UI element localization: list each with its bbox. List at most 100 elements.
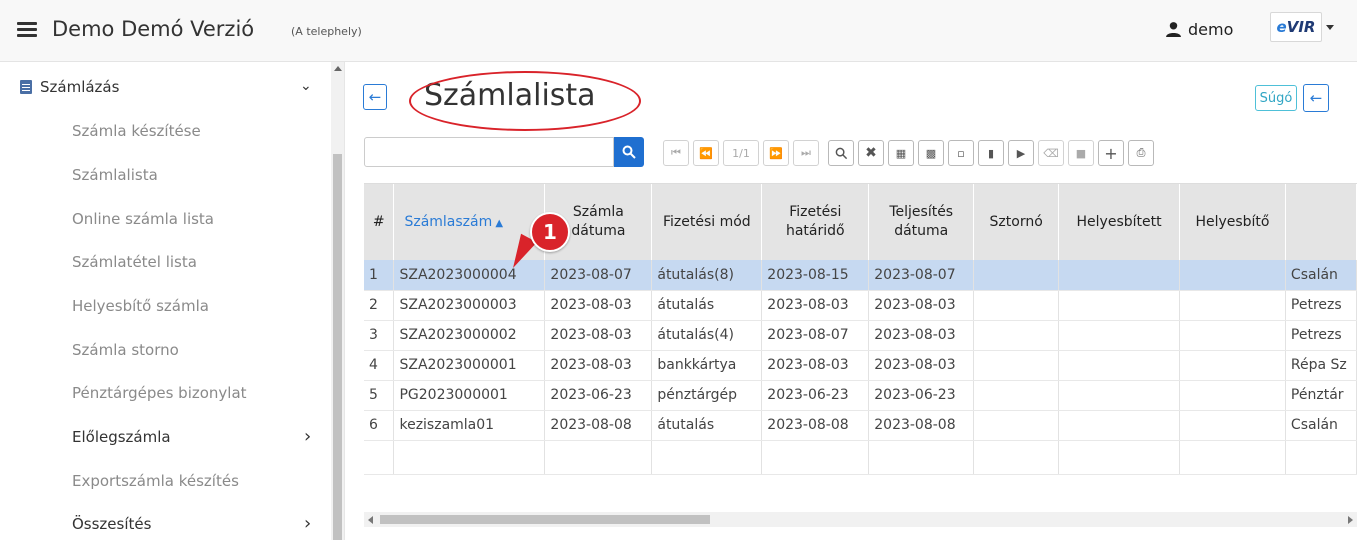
- help-button[interactable]: Súgó: [1255, 85, 1297, 111]
- hamburger-menu-icon[interactable]: [17, 22, 37, 38]
- sidebar-item-eloleg-szamla[interactable]: Előlegszámla: [72, 428, 402, 446]
- cell-corrected: [1058, 380, 1181, 411]
- column-header-fulfillment-date[interactable]: Teljesítés dátuma: [868, 184, 975, 260]
- table-row[interactable]: 2 SZA2023000003 2023-08-03 átutalás 2023…: [364, 290, 1357, 321]
- cell-payment-method: pénztárgép: [651, 380, 763, 411]
- column-header-payment-method[interactable]: Fizetési mód: [651, 184, 763, 260]
- print-button[interactable]: ⎙: [1128, 140, 1154, 166]
- caret-down-icon: [1326, 24, 1334, 30]
- back-button-right[interactable]: ←: [1303, 84, 1329, 112]
- chevron-down-icon[interactable]: ⌄: [300, 78, 312, 94]
- table-row[interactable]: 5 PG2023000001 2023-06-23 pénztárgép 202…: [364, 380, 1357, 411]
- top-navbar: Demo Demó Verzió (A telephely) demo e VIR: [0, 0, 1357, 62]
- column-header-payment-deadline[interactable]: Fizetési határidő: [761, 184, 870, 260]
- cell-index: 2: [364, 290, 395, 321]
- sidebar-item-osszesites[interactable]: Összesítés: [72, 515, 402, 533]
- search-input[interactable]: [364, 137, 614, 167]
- cell-invoice-number: SZA2023000002: [393, 320, 546, 351]
- column-header-corrector[interactable]: Helyesbítő: [1179, 184, 1286, 260]
- chevron-right-icon[interactable]: ›: [304, 513, 311, 534]
- plus-icon: +: [1104, 143, 1118, 163]
- calculator-button[interactable]: ▦: [888, 140, 914, 166]
- cell-fulfillment-date: 2023-08-07: [868, 260, 975, 291]
- cell-partner: Petrezs: [1285, 290, 1357, 321]
- zoom-search-button[interactable]: [828, 140, 854, 166]
- prev-page-icon: ⏪: [699, 146, 713, 160]
- back-button[interactable]: ←: [363, 84, 387, 110]
- cell-index: 5: [364, 380, 395, 411]
- table-row[interactable]: 3 SZA2023000002 2023-08-03 átutalás(4) 2…: [364, 320, 1357, 351]
- app-switcher-button[interactable]: e VIR: [1270, 10, 1334, 44]
- cell-invoice-date: 2023-08-07: [544, 260, 653, 291]
- last-page-button[interactable]: ⏭: [793, 140, 819, 166]
- scrollbar-thumb[interactable]: [333, 154, 342, 540]
- table-row[interactable]: 4 SZA2023000001 2023-08-03 bankkártya 20…: [364, 350, 1357, 381]
- site-label: (A telephely): [291, 25, 362, 38]
- column-header-index: #: [364, 184, 395, 260]
- sidebar-item-szamla-keszitese[interactable]: Számla készítése: [72, 122, 402, 140]
- delete-button[interactable]: ⌫: [1038, 140, 1064, 166]
- document-button[interactable]: ▫: [948, 140, 974, 166]
- scroll-up-arrow-icon[interactable]: [334, 66, 342, 71]
- sidebar-item-online-szamla-lista[interactable]: Online számla lista: [72, 210, 402, 228]
- scroll-left-arrow-icon[interactable]: [368, 516, 373, 524]
- sidebar-item-szamlalista[interactable]: Számlalista: [72, 166, 402, 184]
- table-empty-row: [364, 440, 1357, 475]
- sidebar-item-szamla-storno[interactable]: Számla storno: [72, 341, 402, 359]
- table-row[interactable]: 6 keziszamla01 2023-08-08 átutalás 2023-…: [364, 410, 1357, 441]
- page-indicator: 1/1: [723, 140, 759, 166]
- cell-corrector: [1179, 350, 1286, 381]
- cell-fulfillment-date: 2023-08-03: [868, 320, 975, 351]
- sidebar-item-penztargepes-bizonylat[interactable]: Pénztárgépes bizonylat: [72, 384, 402, 402]
- next-page-button[interactable]: ⏩: [763, 140, 789, 166]
- scrollbar-thumb[interactable]: [380, 515, 710, 524]
- user-menu[interactable]: demo: [1165, 20, 1233, 39]
- annotation-ellipse: [409, 71, 641, 131]
- cell-corrector: [1179, 410, 1286, 441]
- cell-fulfillment-date: 2023-08-08: [868, 410, 975, 441]
- scroll-right-arrow-icon[interactable]: [1348, 516, 1353, 524]
- vir-logo: e VIR: [1270, 12, 1322, 42]
- tools-icon: ✖: [865, 145, 877, 161]
- cell-invoice-number: SZA2023000001: [393, 350, 546, 381]
- cell-payment-method: átutalás(8): [651, 260, 763, 291]
- cell-invoice-date: 2023-08-03: [544, 350, 653, 381]
- first-page-button[interactable]: ⏮: [663, 140, 689, 166]
- cell-invoice-date: 2023-08-03: [544, 320, 653, 351]
- cell-index: 1: [364, 260, 395, 291]
- cell-invoice-date: 2023-06-23: [544, 380, 653, 411]
- document-stack-icon: ▩: [925, 146, 937, 160]
- tools-button[interactable]: ✖: [858, 140, 884, 166]
- column-header-corrected[interactable]: Helyesbített: [1058, 184, 1181, 260]
- cell-payment-deadline: 2023-08-03: [761, 290, 870, 321]
- column-header-storno[interactable]: Sztornó: [973, 184, 1060, 260]
- invoice-copy-button[interactable]: ▩: [918, 140, 944, 166]
- cell-invoice-number: PG2023000001: [393, 380, 546, 411]
- cell-payment-method: bankkártya: [651, 350, 763, 381]
- cell-payment-deadline: 2023-08-08: [761, 410, 870, 441]
- cell-payment-method: átutalás: [651, 290, 763, 321]
- invoice-table: # Számlaszám ▲ Számla dátuma Fizetési mó…: [364, 183, 1357, 513]
- magnifier-icon: [835, 147, 847, 159]
- sidebar-item-szamlatetel-lista[interactable]: Számlatétel lista: [72, 253, 402, 271]
- first-page-icon: ⏮: [671, 146, 681, 159]
- stop-button[interactable]: ■: [1068, 140, 1094, 166]
- cell-storno: [973, 350, 1060, 381]
- prev-page-button[interactable]: ⏪: [693, 140, 719, 166]
- cell-corrector: [1179, 320, 1286, 351]
- file-button[interactable]: ▮: [978, 140, 1004, 166]
- cell-payment-method: átutalás: [651, 410, 763, 441]
- column-header-partner[interactable]: [1285, 184, 1357, 260]
- export-button[interactable]: ▶: [1008, 140, 1034, 166]
- sidebar-scrollbar[interactable]: [331, 62, 344, 540]
- add-button[interactable]: +: [1098, 140, 1124, 166]
- sidebar-item-helyesbito-szamla[interactable]: Helyesbítő számla: [72, 297, 402, 315]
- backspace-icon: ⌫: [1043, 146, 1059, 160]
- table-horizontal-scrollbar[interactable]: [364, 512, 1357, 527]
- cell-payment-deadline: 2023-08-07: [761, 320, 870, 351]
- search-button[interactable]: [614, 137, 644, 167]
- sidebar-item-exportszamla-keszites[interactable]: Exportszámla készítés: [72, 472, 402, 490]
- chevron-right-icon[interactable]: ›: [304, 426, 311, 447]
- sidebar: Számlázás ⌄ Számla készítése Számlalista…: [0, 62, 345, 540]
- annotation-marker: 1: [530, 212, 570, 252]
